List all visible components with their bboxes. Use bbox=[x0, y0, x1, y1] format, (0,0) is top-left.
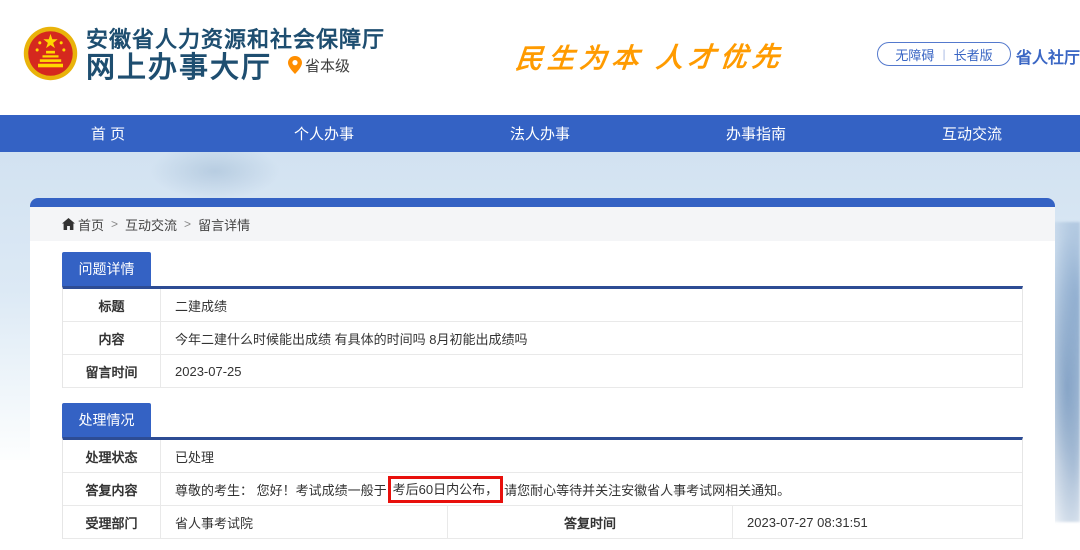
breadcrumb-separator: > bbox=[184, 217, 191, 231]
row-label: 处理状态 bbox=[63, 440, 161, 472]
row-label: 标题 bbox=[63, 289, 161, 321]
row-label: 答复时间 bbox=[448, 506, 733, 538]
row-value: 已处理 bbox=[161, 440, 1022, 472]
table-row: 处理状态 已处理 bbox=[63, 440, 1022, 473]
card-top-bar bbox=[30, 198, 1055, 207]
watermark-left bbox=[150, 152, 280, 200]
table-row: 留言时间 2023-07-25 bbox=[63, 355, 1022, 388]
nav-item-interact[interactable]: 互动交流 bbox=[864, 115, 1080, 152]
reply-text-suffix: 请您耐心等待并关注安徽省人事考试网相关通知。 bbox=[504, 480, 790, 499]
row-value: 今年二建什么时候能出成绩 有具体的时间吗 8月初能出成绩吗 bbox=[161, 322, 1022, 354]
main-nav: 首 页 个人办事 法人办事 办事指南 互动交流 bbox=[0, 115, 1080, 152]
reply-text-prefix: 尊敬的考生： 您好！考试成绩一般于 bbox=[175, 480, 387, 499]
breadcrumb-item-current: 留言详情 bbox=[198, 215, 250, 234]
nav-item-guide[interactable]: 办事指南 bbox=[648, 115, 864, 152]
row-value: 二建成绩 bbox=[161, 289, 1022, 321]
home-icon bbox=[62, 218, 75, 230]
table-row: 答复内容 尊敬的考生： 您好！考试成绩一般于考后60日内公布，请您耐心等待并关注… bbox=[63, 473, 1022, 506]
breadcrumb-home-label: 首页 bbox=[78, 215, 104, 234]
table-row: 内容 今年二建什么时候能出成绩 有具体的时间吗 8月初能出成绩吗 bbox=[63, 322, 1022, 355]
highlight-annotation-box: 考后60日内公布， bbox=[388, 476, 503, 503]
row-value: 2023-07-27 08:31:51 bbox=[733, 506, 1022, 538]
row-value: 省人事考试院 bbox=[161, 506, 448, 538]
section-tab-question: 问题详情 bbox=[62, 252, 151, 286]
content-card: 首页 > 互动交流 > 留言详情 问题详情 标题 二建成绩 内容 今年二建什么时… bbox=[30, 198, 1055, 550]
site-header: 安徽省人力资源和社会保障厅 网上办事大厅 省本级 民生为本 人才优先 无障碍 |… bbox=[0, 0, 1080, 115]
national-emblem-icon bbox=[22, 25, 79, 82]
breadcrumb-item-interact[interactable]: 互动交流 bbox=[125, 215, 177, 234]
accessibility-pill: 无障碍 | 长者版 bbox=[877, 42, 1011, 66]
pill-divider: | bbox=[942, 47, 945, 61]
row-label: 内容 bbox=[63, 322, 161, 354]
region-switcher[interactable]: 省本级 bbox=[288, 55, 350, 76]
accessibility-button[interactable]: 无障碍 bbox=[895, 45, 934, 64]
process-table: 处理状态 已处理 答复内容 尊敬的考生： 您好！考试成绩一般于考后60日内公布，… bbox=[62, 437, 1023, 539]
breadcrumb: 首页 > 互动交流 > 留言详情 bbox=[30, 207, 1055, 241]
slogan-calligraphy: 民生为本 人才优先 bbox=[514, 35, 787, 76]
page: 安徽省人力资源和社会保障厅 网上办事大厅 省本级 民生为本 人才优先 无障碍 |… bbox=[0, 0, 1080, 550]
section-tab-process: 处理情况 bbox=[62, 403, 151, 437]
row-label: 受理部门 bbox=[63, 506, 161, 538]
row-label: 答复内容 bbox=[63, 473, 161, 505]
location-pin-icon bbox=[288, 56, 302, 74]
nav-item-personal[interactable]: 个人办事 bbox=[216, 115, 432, 152]
region-label: 省本级 bbox=[305, 55, 350, 76]
nav-item-legal[interactable]: 法人办事 bbox=[432, 115, 648, 152]
question-table: 标题 二建成绩 内容 今年二建什么时候能出成绩 有具体的时间吗 8月初能出成绩吗… bbox=[62, 286, 1023, 388]
breadcrumb-separator: > bbox=[111, 217, 118, 231]
table-row: 受理部门 省人事考试院 答复时间 2023-07-27 08:31:51 bbox=[63, 506, 1022, 539]
breadcrumb-home[interactable]: 首页 bbox=[62, 215, 104, 234]
portal-link[interactable]: 省人社厅 bbox=[1016, 44, 1080, 68]
nav-item-home[interactable]: 首 页 bbox=[0, 115, 216, 152]
row-value: 尊敬的考生： 您好！考试成绩一般于考后60日内公布，请您耐心等待并关注安徽省人事… bbox=[161, 473, 1022, 505]
elder-version-button[interactable]: 长者版 bbox=[954, 45, 993, 64]
row-value: 2023-07-25 bbox=[161, 355, 1022, 387]
hall-name: 网上办事大厅 bbox=[86, 44, 272, 86]
row-label: 留言时间 bbox=[63, 355, 161, 387]
table-row: 标题 二建成绩 bbox=[63, 289, 1022, 322]
